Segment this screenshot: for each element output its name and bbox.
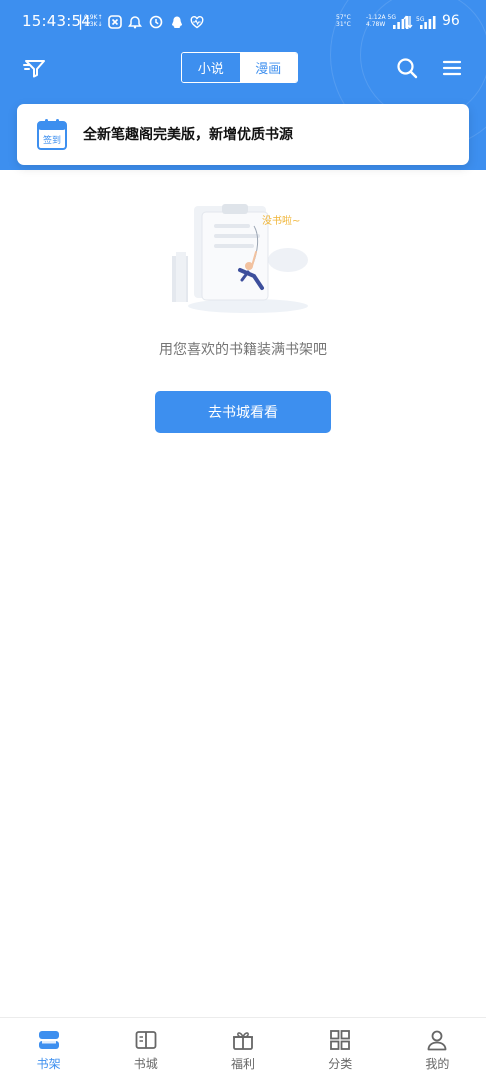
data-arrows-icon (403, 15, 413, 29)
content-type-switch: 小说 漫画 (181, 52, 298, 83)
tab-welfare[interactable]: 福利 (194, 1018, 291, 1080)
search-icon[interactable] (395, 56, 419, 80)
tab-comics[interactable]: 漫画 (239, 53, 297, 82)
person-icon (428, 1030, 447, 1051)
bookshelf-icon (38, 1031, 59, 1049)
empty-bookshelf-illustration: 没书啦~ (172, 204, 308, 313)
go-to-bookstore-button[interactable]: 去书城看看 (155, 391, 331, 433)
qq-penguin-icon (172, 16, 182, 28)
tab-novel[interactable]: 小说 (182, 53, 240, 82)
tab-bookshelf-label: 书架 (36, 1057, 61, 1071)
calendar-checkin-icon[interactable]: 签到 (37, 118, 67, 150)
tab-profile-label: 我的 (425, 1057, 450, 1071)
tab-category-label: 分类 (328, 1057, 353, 1071)
menu-icon[interactable] (440, 56, 464, 80)
tab-welfare-label: 福利 (231, 1057, 256, 1071)
clock-icon (149, 15, 163, 29)
temp-bottom: 31°C (336, 21, 351, 28)
close-box-icon (108, 15, 122, 29)
tab-novel-label: 小说 (197, 62, 224, 77)
tab-category[interactable]: 分类 (292, 1018, 389, 1080)
power-value: 4.78W (366, 21, 386, 28)
bottom-tab-bar: 书架 书城 福利 分类 我的 (0, 1017, 486, 1080)
svg-text:5G: 5G (416, 16, 425, 23)
temp-top: 57°C (336, 14, 351, 21)
go-to-bookstore-label: 去书城看看 (208, 405, 278, 421)
tab-bookshelf[interactable]: 书架 (0, 1018, 97, 1080)
current-readout: -1.12A 5G (366, 14, 397, 21)
grid-icon (330, 1030, 351, 1050)
temperature-readout: 57°C 31°C (336, 14, 351, 28)
filter-sort-icon[interactable] (23, 56, 47, 80)
speed-down: 1.3K↓ (84, 21, 103, 28)
checkin-banner[interactable]: 签到 全新笔趣阁完美版，新增优质书源 (17, 104, 469, 165)
battery-level: 96 (442, 13, 460, 29)
open-book-icon (135, 1031, 157, 1049)
empty-bubble-text: 没书啦~ (262, 214, 300, 227)
speed-up: 0.9K↑ (84, 14, 103, 21)
checkin-message: 全新笔趣阁完美版，新增优质书源 (83, 127, 293, 143)
tab-profile[interactable]: 我的 (389, 1018, 486, 1080)
status-separator: | (78, 12, 84, 30)
tab-bookstore-label: 书城 (133, 1057, 158, 1071)
tab-comics-label: 漫画 (255, 62, 282, 77)
signal-icon-5g: 5G (416, 16, 436, 29)
empty-message: 用您喜欢的书籍装满书架吧 (159, 342, 327, 358)
network-speed: 0.9K↑ 1.3K↓ (84, 14, 103, 28)
checkin-icon-label: 签到 (43, 134, 61, 146)
alarm-bell-icon (128, 16, 142, 29)
status-bar: 15:43:54 | 0.9K↑ 1.3K↓ 57°C 31°C -1.12A … (0, 0, 486, 44)
tab-bookstore[interactable]: 书城 (97, 1018, 194, 1080)
heart-rate-icon (190, 16, 204, 29)
gift-icon (233, 1032, 253, 1050)
power-readout: -1.12A 5G 4.78W (366, 14, 396, 28)
